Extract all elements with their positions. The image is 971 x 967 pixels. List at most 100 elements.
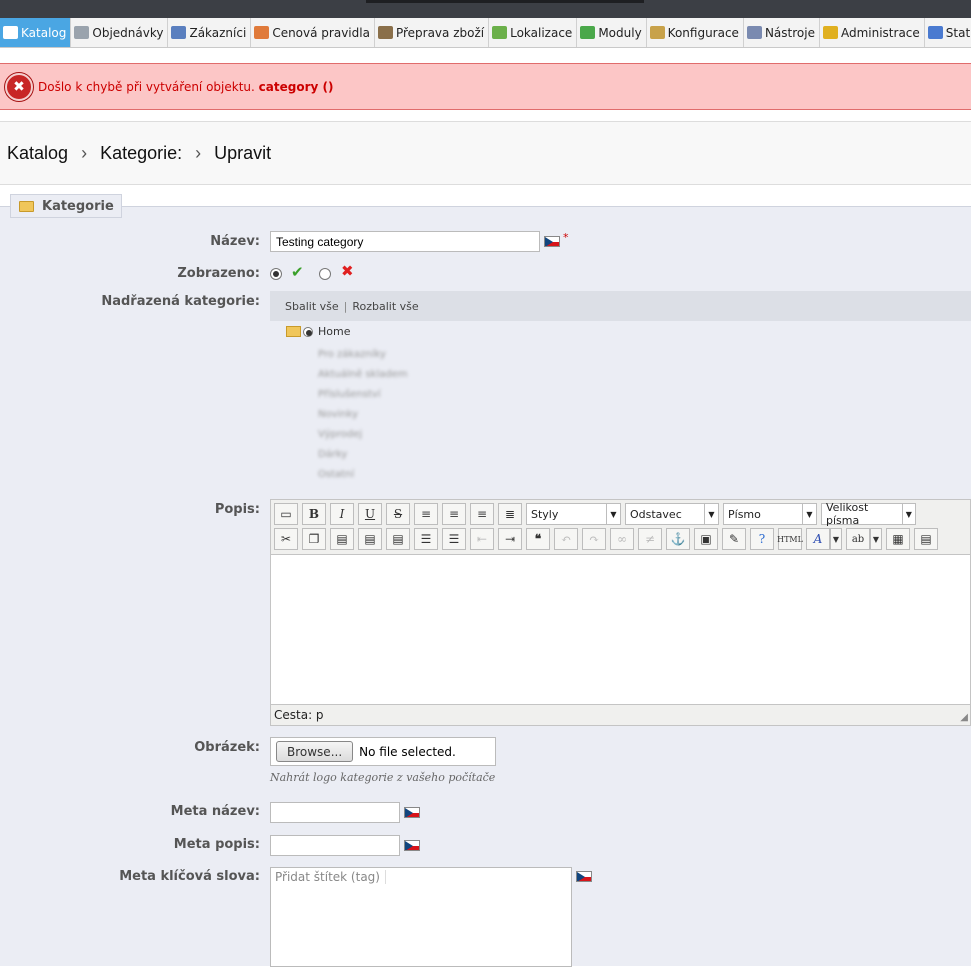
paste-word-icon[interactable]: ▤ bbox=[386, 528, 410, 550]
undo-icon[interactable]: ↶ bbox=[554, 528, 578, 550]
breadcrumb-item-categories[interactable]: Kategorie: bbox=[100, 143, 182, 164]
help-icon[interactable]: ? bbox=[750, 528, 774, 550]
tab-settings[interactable]: Konfigurace bbox=[647, 18, 744, 47]
link-icon[interactable]: ∞ bbox=[610, 528, 634, 550]
collapse-all-link[interactable]: Sbalit vše bbox=[285, 300, 339, 313]
open-folder-icon[interactable] bbox=[286, 326, 301, 337]
template-icon[interactable]: ▤ bbox=[914, 528, 938, 550]
unlink-icon[interactable]: ≠ bbox=[638, 528, 662, 550]
html-source-icon[interactable]: HTML bbox=[777, 528, 803, 550]
tab-key[interactable]: Administrace bbox=[820, 18, 925, 47]
tree-node[interactable]: Aktuálně skladem bbox=[318, 369, 408, 380]
displayed-no-radio[interactable] bbox=[319, 268, 331, 280]
shipping-icon bbox=[377, 26, 393, 39]
editor-content-area[interactable] bbox=[271, 554, 970, 705]
text-color-icon[interactable]: A bbox=[806, 528, 830, 550]
flag-cz-icon[interactable] bbox=[404, 840, 420, 851]
numbered-list-icon[interactable]: ☰ bbox=[442, 528, 466, 550]
tab-shipping[interactable]: Přeprava zboží bbox=[375, 18, 490, 47]
anchor-icon[interactable]: ⚓ bbox=[666, 528, 690, 550]
outdent-icon[interactable]: ⇤ bbox=[470, 528, 494, 550]
redo-icon[interactable]: ↷ bbox=[582, 528, 606, 550]
expand-all-link[interactable]: Rozbalit vše bbox=[352, 300, 418, 313]
strikethrough-icon[interactable]: S bbox=[386, 503, 410, 525]
align-right-icon[interactable]: ≡ bbox=[470, 503, 494, 525]
breadcrumb-separator-icon: › bbox=[81, 142, 88, 163]
stats-icon bbox=[927, 26, 943, 39]
paragraph-select[interactable]: Odstavec ▼ bbox=[625, 503, 719, 525]
image-file-input[interactable]: Browse... No file selected. bbox=[270, 737, 496, 766]
tab-label: Statistiky bbox=[945, 25, 971, 40]
bold-icon[interactable]: B bbox=[302, 503, 326, 525]
resize-handle-icon[interactable]: ◢ bbox=[960, 712, 968, 723]
rich-text-editor: ▭ B I U S ≡ ≡ ≡ ≣ Styly ▼ Odstavec ▼ Písmo… bbox=[270, 499, 971, 726]
media-icon[interactable]: ▦ bbox=[886, 528, 910, 550]
file-status: No file selected. bbox=[359, 744, 456, 759]
chevron-down-icon: ▼ bbox=[802, 504, 816, 524]
tree-root-label: Home bbox=[318, 325, 351, 338]
align-center-icon[interactable]: ≡ bbox=[442, 503, 466, 525]
tree-node[interactable]: Novinky bbox=[318, 409, 358, 420]
chevron-down-icon[interactable]: ▼ bbox=[870, 528, 882, 550]
bullet-list-icon[interactable]: ☰ bbox=[414, 528, 438, 550]
tab-label: Nástroje bbox=[764, 25, 815, 40]
chevron-down-icon[interactable]: ▼ bbox=[830, 528, 842, 550]
flag-cz-icon[interactable] bbox=[544, 236, 560, 247]
align-justify-icon[interactable]: ≣ bbox=[498, 503, 522, 525]
indent-icon[interactable]: ⇥ bbox=[498, 528, 522, 550]
styles-select[interactable]: Styly ▼ bbox=[526, 503, 621, 525]
font-select[interactable]: Písmo ▼ bbox=[723, 503, 817, 525]
image-icon[interactable]: ▣ bbox=[694, 528, 718, 550]
italic-icon[interactable]: I bbox=[330, 503, 354, 525]
tab-stats[interactable]: Statistiky bbox=[925, 18, 971, 47]
tab-label: Administrace bbox=[840, 25, 920, 40]
tree-node[interactable]: Dárky bbox=[318, 449, 347, 460]
highlight-color-icon[interactable]: ab bbox=[846, 528, 870, 550]
font-select-label: Písmo bbox=[728, 507, 761, 521]
tree-node[interactable]: Ostatní bbox=[318, 469, 354, 480]
meta-title-label: Meta název: bbox=[170, 804, 260, 819]
new-document-icon[interactable]: ▭ bbox=[274, 503, 298, 525]
tab-puzzle[interactable]: Moduly bbox=[577, 18, 647, 47]
browse-button[interactable]: Browse... bbox=[276, 741, 354, 762]
cross-icon: ✖ bbox=[341, 262, 354, 280]
flag-cz-icon[interactable] bbox=[576, 871, 592, 882]
tab-label: Katalog bbox=[21, 25, 67, 40]
tree-root-node: Home bbox=[286, 325, 350, 338]
paste-text-icon[interactable]: ▤ bbox=[358, 528, 382, 550]
meta-description-input[interactable] bbox=[270, 835, 400, 856]
tab-price-rules[interactable]: Cenová pravidla bbox=[251, 18, 375, 47]
tab-cart[interactable]: Objednávky bbox=[71, 18, 169, 47]
tab-customers[interactable]: Zákazníci bbox=[168, 18, 252, 47]
font-size-select[interactable]: Velikost písma ▼ bbox=[821, 501, 916, 527]
main-navigation: Katalog Objednávky Zákazníci Cenová pravidl… bbox=[0, 18, 971, 48]
meta-keywords-tag-input[interactable]: Přidat štítek (tag) bbox=[270, 867, 572, 967]
tree-node[interactable]: Pro zákazníky bbox=[318, 349, 386, 360]
error-icon: ✖ bbox=[5, 72, 33, 101]
tab-wrench[interactable]: Nástroje bbox=[744, 18, 820, 47]
paste-icon[interactable]: ▤ bbox=[330, 528, 354, 550]
price-rules-icon bbox=[254, 26, 270, 39]
tab-label: Cenová pravidla bbox=[272, 25, 370, 40]
check-icon: ✔ bbox=[291, 263, 304, 281]
tab-globe[interactable]: Lokalizace bbox=[489, 18, 578, 47]
error-message: Došlo k chybě při vytváření objektu. cat… bbox=[38, 80, 333, 94]
copy-icon[interactable]: ❐ bbox=[302, 528, 326, 550]
styles-select-label: Styly bbox=[531, 507, 559, 521]
name-input[interactable] bbox=[270, 231, 540, 252]
align-left-icon[interactable]: ≡ bbox=[414, 503, 438, 525]
root-category-radio[interactable] bbox=[303, 326, 313, 337]
displayed-yes-radio[interactable] bbox=[270, 268, 282, 280]
underline-icon[interactable]: U bbox=[358, 503, 382, 525]
meta-title-input[interactable] bbox=[270, 802, 400, 823]
cut-icon[interactable]: ✂ bbox=[274, 528, 298, 550]
tab-catalog[interactable]: Katalog bbox=[0, 18, 72, 47]
breadcrumb-item-catalog[interactable]: Katalog bbox=[7, 143, 68, 164]
tree-node[interactable]: Výprodej bbox=[318, 429, 362, 440]
tree-toolbar: Sbalit vše | Rozbalit vše bbox=[270, 291, 971, 321]
blockquote-icon[interactable]: ❝ bbox=[526, 528, 550, 550]
flag-cz-icon[interactable] bbox=[404, 807, 420, 818]
tree-node[interactable]: Příslušenství bbox=[318, 389, 381, 400]
fieldset-legend-label: Kategorie bbox=[42, 198, 114, 214]
cleanup-icon[interactable]: ✎ bbox=[722, 528, 746, 550]
